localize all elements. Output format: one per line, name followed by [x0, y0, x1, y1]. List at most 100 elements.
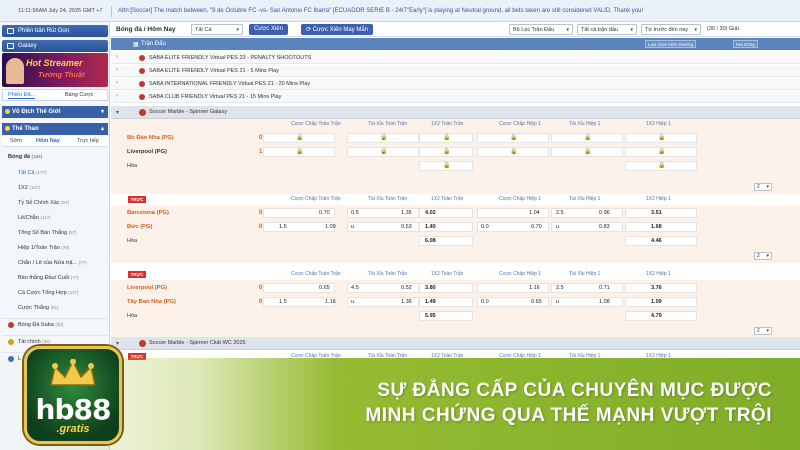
item-label: Cược Thắng: [18, 305, 50, 311]
lock-icon: 🔒: [584, 135, 592, 141]
odds-cell[interactable]: [551, 222, 623, 232]
compact-version-button[interactable]: Phiên bản Rút Gọn: [2, 25, 108, 37]
odds-value: 1.5: [279, 299, 287, 305]
select-value: Tất Cả: [195, 27, 212, 33]
hot-streamer-banner[interactable]: Hot Streamer Tường Thuật: [2, 53, 108, 87]
count: (77): [70, 275, 79, 280]
odds-value: 0.96: [599, 210, 610, 216]
tab-live[interactable]: Trực tiếp: [77, 138, 99, 144]
item-label: Tổng Số Bàn Thắng: [18, 230, 68, 236]
league-row[interactable]: › SABA ELITE FRIENDLY Virtual PES 23 - PE…: [111, 52, 800, 64]
match-block: Cược Chấp Toàn Trận Tài Xỉu Toàn Trận 1X2 …: [111, 269, 800, 338]
away-score: 1: [259, 149, 263, 155]
football-category[interactable]: Bóng đá (183): [8, 154, 42, 160]
sidebar-market-item[interactable]: 1X2 (107): [18, 185, 40, 191]
display-mode-select[interactable]: Lựa chọn bình thường: [645, 40, 697, 48]
odds-value: 1.16: [325, 299, 336, 305]
galaxy-icon: [7, 43, 14, 49]
more-markets-select[interactable]: 2 ▾: [754, 183, 772, 191]
odds-value: u: [556, 224, 560, 230]
item-label: Cá Cược Tổng Hợp: [18, 290, 67, 296]
odds-value: u: [351, 224, 355, 230]
lock-icon: 🔒: [443, 149, 451, 155]
league-header[interactable]: ▾ Soccer Marble - Spinner Club WC 2025: [111, 337, 800, 350]
refresh-icon: ⟳: [306, 27, 313, 33]
count: (61): [50, 305, 59, 310]
match-scope-select[interactable]: Tất cả trận đấu ▾: [577, 24, 637, 35]
league-row[interactable]: › SABA ELITE FRIENDLY Virtual PES 21 - 5 …: [111, 65, 800, 77]
chevron-up-icon: ▴: [100, 126, 104, 132]
column-header-label: Cược Chấp Hiệp 1: [499, 121, 541, 127]
sidebar-market-item[interactable]: Lẻ/Chẵn (117): [18, 215, 51, 221]
odds-value: 3.80: [425, 285, 436, 291]
draw-label: Hòa: [127, 313, 138, 319]
clock-text: 11:11:56AM July 24, 2025 GMT +7: [18, 8, 103, 14]
section-label: Thể Thao: [12, 126, 39, 132]
tab-today[interactable]: Hôm Nay: [36, 138, 60, 144]
match-filter-select[interactable]: Bộ Lọc Trận Đấu ▾: [509, 24, 573, 35]
odds-value: 4.5: [351, 285, 359, 291]
item-label: Bóng Đá Saba: [18, 322, 54, 328]
league-row[interactable]: › SABA INTERNATIONAL FRIENDLY Virtual PES…: [111, 78, 800, 90]
column-header-label: Cược Chấp Toàn Trận: [291, 271, 341, 277]
slip-tabs: Phiếu Đặ... Bảng Cược: [2, 89, 108, 101]
away-score: 0: [259, 224, 263, 230]
more-markets-select[interactable]: 2 ▾: [754, 252, 772, 260]
odds-cell[interactable]: [551, 297, 623, 307]
away-score: 0: [259, 299, 263, 305]
away-team-name[interactable]: Đức (PG): [127, 224, 152, 230]
row-mode-select[interactable]: Hai Dòng: [733, 40, 758, 48]
sidebar-market-item[interactable]: Tổng Số Bàn Thắng (97): [18, 230, 77, 236]
sidebar-market-item[interactable]: Tất Cả (177): [18, 170, 47, 176]
market-filter-select[interactable]: Tất Cả ▾: [191, 24, 243, 35]
league-header[interactable]: ▾ Soccer Marble - Spinner Galaxy: [111, 106, 800, 119]
page-title: Bóng đá / Hôm Nay: [116, 26, 176, 33]
sidebar-market-item[interactable]: Tỷ Số Chính Xác (97): [18, 200, 69, 206]
soccer-ball-icon: [8, 322, 14, 328]
promo-line-2: MINH CHỨNG QUA THẾ MẠNH VƯỢT TRỘI: [365, 405, 772, 426]
logo-domain-text: .gratis: [56, 423, 90, 435]
away-team-name[interactable]: Liverpool (PG): [127, 149, 167, 155]
sidebar-market-item[interactable]: Cá Cược Tổng Hợp (117): [18, 290, 78, 296]
tab-statement[interactable]: Bảng Cược: [65, 92, 93, 98]
count: (177): [36, 170, 47, 175]
column-header-label: Tài Xỉu Hiệp 1: [569, 121, 601, 127]
home-team-name[interactable]: Bồ Đào Nha (PG): [127, 135, 174, 141]
chevron-right-icon: ›: [116, 54, 118, 60]
saba-football-item[interactable]: Bóng Đá Saba (30): [2, 318, 108, 330]
odds-value: 1.35: [401, 210, 412, 216]
sidebar-market-item[interactable]: Hiệp 1/Toàn Trận (78): [18, 245, 69, 251]
chevron-down-icon: ▾: [116, 341, 120, 347]
sidebar-market-item[interactable]: Chẵn / Lẻ của Nửa trậ... (77): [18, 260, 87, 266]
odds-value: 1.36: [401, 299, 412, 305]
odds-value: 5.95: [425, 313, 436, 319]
trophy-icon: [5, 109, 10, 114]
home-team-name[interactable]: Liverpool (PG): [127, 285, 167, 291]
announcement-ticker[interactable]: Attn:[Soccer] The match between, "9 de O…: [118, 8, 643, 14]
chevron-down-icon: ▾: [766, 253, 769, 259]
home-score: 0: [259, 135, 263, 141]
tab-early[interactable]: Sớm: [10, 138, 22, 144]
tab-bet-slip[interactable]: Phiếu Đặ...: [8, 92, 36, 99]
column-header-label: 1X2 Hiệp 1: [646, 196, 671, 202]
select-value: 2: [757, 184, 760, 190]
away-team-name[interactable]: Tây Ban Nha (PG): [127, 299, 176, 305]
lock-icon: 🔒: [296, 135, 304, 141]
world-cup-section[interactable]: Vô Địch Thế Giới ▾: [2, 106, 108, 118]
home-team-name[interactable]: Barcelona (PG): [127, 210, 169, 216]
odds-value: 1.40: [425, 224, 436, 230]
matches-header: ▦ Trận Đấu Lựa chọn bình thường Hai Dòng: [111, 38, 800, 50]
sports-section[interactable]: Thể Thao ▴: [2, 123, 108, 135]
section-label: Vô Địch Thế Giới: [12, 109, 61, 115]
sort-select[interactable]: Từ trước đến nay ▾: [641, 24, 701, 35]
sidebar-market-item[interactable]: Bàn thắng Đầu/ Cuối (77): [18, 275, 79, 281]
lock-icon: 🔒: [380, 135, 388, 141]
sidebar-market-item[interactable]: Cược Thắng (61): [18, 305, 59, 311]
lucky-parlay-button[interactable]: ⟳ Cược Xiên May Mắn: [301, 24, 374, 35]
button-label: Phiên bản Rút Gọn: [18, 28, 70, 34]
lock-icon: 🔒: [658, 135, 666, 141]
parlay-button[interactable]: Cược Xiên: [249, 24, 288, 35]
league-row[interactable]: › SABA CLUB FRIENDLY Virtual PES 21 - 15 …: [111, 91, 800, 103]
more-markets-select[interactable]: 2 ▾: [754, 327, 772, 335]
galaxy-button[interactable]: Galaxy: [2, 40, 108, 52]
